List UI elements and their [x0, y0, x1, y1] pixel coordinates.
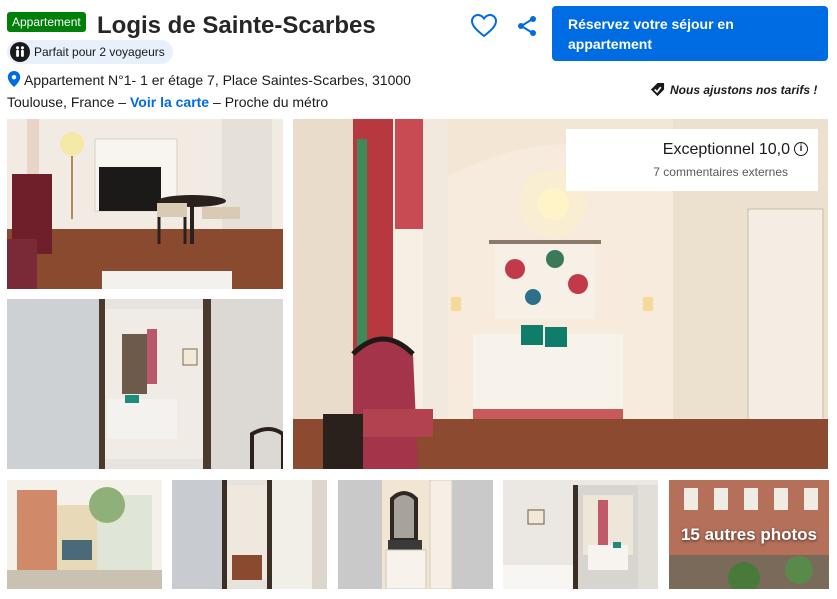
- guests-label: Parfait pour 2 voyageurs: [34, 45, 165, 59]
- address-separator: –: [209, 94, 225, 110]
- rating-card[interactable]: Exceptionnel 10,0 i 7 commentaires extern…: [566, 129, 818, 191]
- proximity-label: Proche du métro: [224, 94, 329, 110]
- photo-bedroom-mirror[interactable]: [503, 480, 658, 589]
- share-button[interactable]: [515, 14, 539, 38]
- photo-living-room[interactable]: [7, 119, 283, 289]
- page-title: Logis de Sainte-Scarbes: [97, 12, 376, 39]
- rating-label: Exceptionnel 10,0: [662, 141, 790, 158]
- info-icon[interactable]: i: [794, 142, 808, 156]
- share-icon: [518, 16, 536, 36]
- show-map-link[interactable]: Voir la carte: [130, 94, 209, 110]
- address-line: Appartement N°1- 1 er étage 7, Place Sai…: [7, 69, 467, 113]
- guests-badge: Parfait pour 2 voyageurs: [7, 40, 173, 64]
- property-type-badge: Appartement: [7, 12, 86, 32]
- save-to-wishlist-button[interactable]: [470, 13, 498, 39]
- address-separator: –: [114, 94, 130, 110]
- photo-closet-mirror[interactable]: [172, 480, 327, 589]
- price-tag-check-icon: [650, 82, 665, 97]
- map-pin-icon: [7, 71, 21, 87]
- review-count: 7 commentaires externes: [653, 165, 788, 179]
- more-photos-button[interactable]: 15 autres photos: [669, 480, 829, 589]
- price-match-label: Nous ajustons nos tarifs !: [670, 82, 818, 97]
- photo-street-painting[interactable]: [7, 480, 162, 589]
- people-icon: [10, 42, 30, 62]
- reserve-button[interactable]: Réservez votre séjour en appartement: [552, 6, 828, 61]
- photo-hallway-mirror[interactable]: [338, 480, 493, 589]
- price-match-note[interactable]: Nous ajustons nos tarifs !: [650, 82, 817, 97]
- heart-icon: [470, 13, 498, 38]
- photo-closet[interactable]: [7, 299, 283, 469]
